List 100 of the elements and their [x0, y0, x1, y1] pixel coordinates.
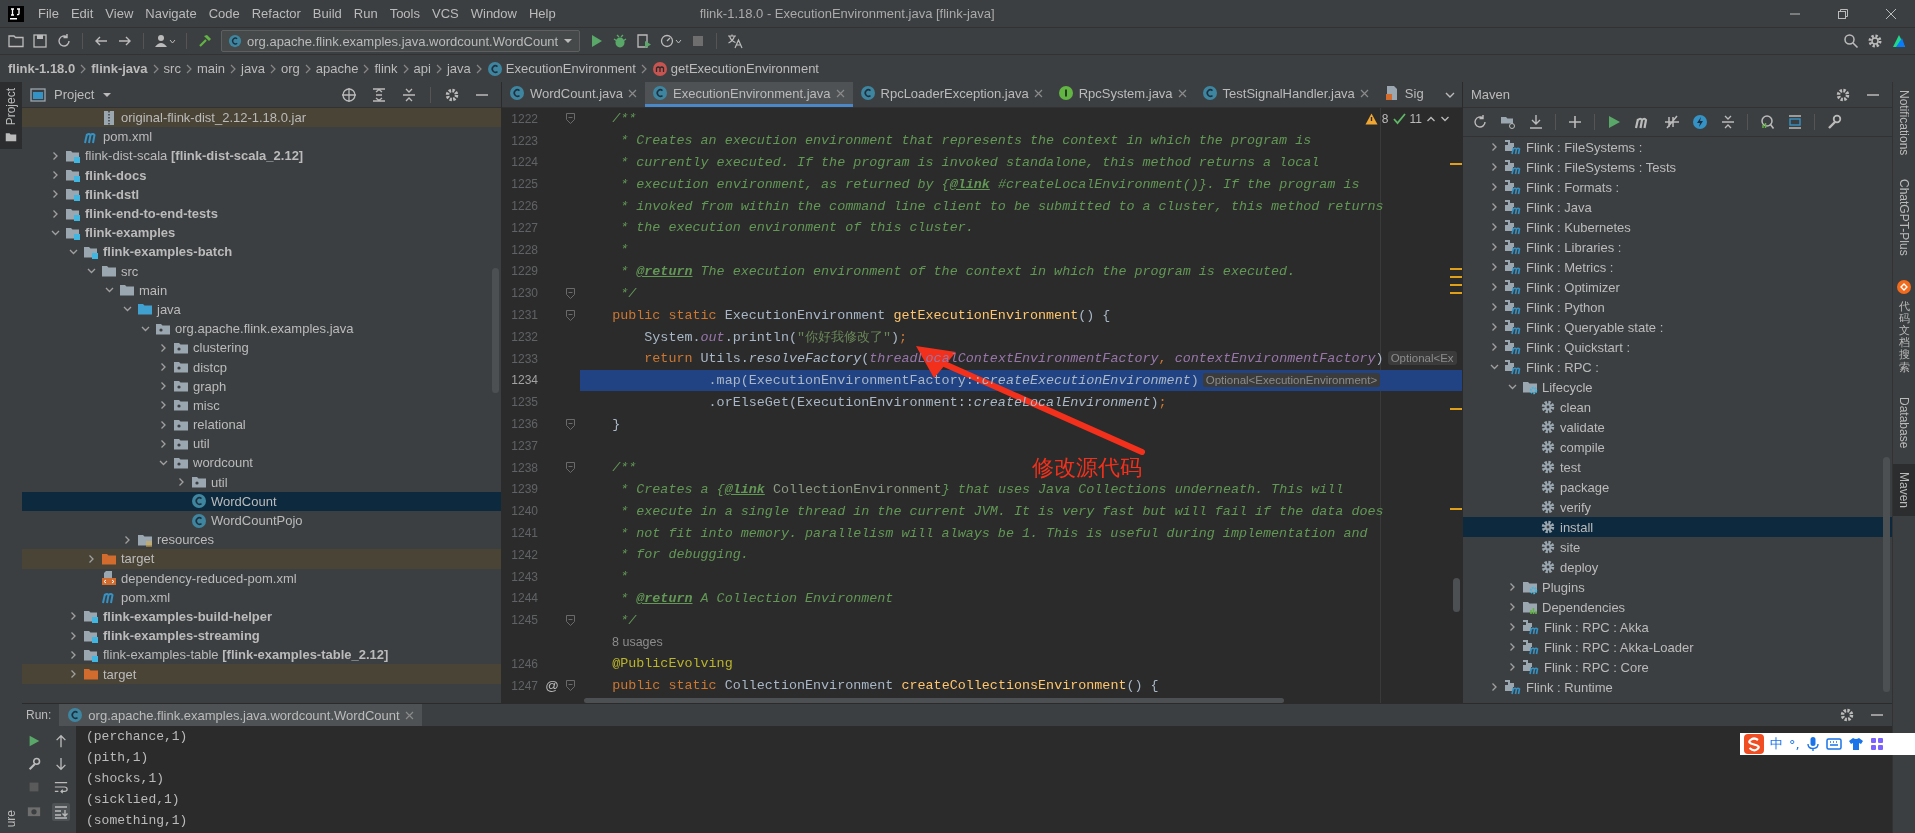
tree-item[interactable]: compile: [1463, 437, 1892, 457]
folder-icon[interactable]: [8, 33, 24, 49]
tree-item[interactable]: misc: [22, 395, 501, 415]
scrollbar-thumb[interactable]: [584, 698, 1284, 703]
tree-item[interactable]: pom.xml: [22, 587, 501, 607]
breadcrumb-item[interactable]: main: [196, 61, 226, 76]
profiler-icon[interactable]: [660, 33, 683, 49]
tree-item[interactable]: Flink : Formats :: [1463, 177, 1892, 197]
scrollbar-thumb[interactable]: [1883, 457, 1890, 692]
warning-icon[interactable]: [1364, 113, 1378, 125]
tree-item[interactable]: verify: [1463, 497, 1892, 517]
menu-item[interactable]: Edit: [64, 6, 100, 21]
run-configuration-dropdown[interactable]: org.apache.flink.examples.java.wordcount.WordCount: [221, 30, 581, 52]
expand-all-icon[interactable]: [371, 86, 387, 103]
tool-window-tab[interactable]: Maven: [1893, 464, 1915, 517]
tree-item[interactable]: flink-examples-streaming: [22, 626, 501, 646]
hammer-icon[interactable]: [197, 33, 213, 49]
tree-item[interactable]: Flink : Quickstart :: [1463, 337, 1892, 357]
tree-item[interactable]: clustering: [22, 338, 501, 358]
fold-marker-icon[interactable]: [566, 309, 575, 321]
menu-item[interactable]: Build: [306, 6, 348, 21]
tree-item[interactable]: flink-end-to-end-tests: [22, 203, 501, 224]
close-icon[interactable]: [1885, 7, 1897, 20]
tree-item[interactable]: dependency-reduced-pom.xml: [22, 568, 501, 588]
breadcrumb-item[interactable]: flink: [374, 61, 398, 76]
tree-item[interactable]: util: [22, 472, 501, 492]
editor-tab[interactable]: Sig: [1376, 82, 1432, 107]
tree-item[interactable]: install: [1463, 517, 1892, 537]
tree-item[interactable]: WordCountPojo: [22, 510, 501, 531]
search-icon[interactable]: [1843, 33, 1859, 49]
tree-item[interactable]: Flink : RPC :: [1463, 357, 1892, 377]
tree-item[interactable]: flink-examples: [22, 223, 501, 243]
close-icon[interactable]: [1177, 88, 1187, 98]
show-dependencies-icon[interactable]: [1787, 114, 1803, 130]
app-logo-icon[interactable]: [8, 5, 24, 22]
wrench-icon[interactable]: [1826, 114, 1842, 130]
microphone-icon[interactable]: [1805, 736, 1820, 752]
chevron-down-icon[interactable]: [1489, 362, 1500, 372]
breadcrumb-item[interactable]: java: [241, 61, 265, 76]
tree-item[interactable]: Flink : Python: [1463, 297, 1892, 317]
menu-item[interactable]: Code: [202, 6, 246, 21]
tool-window-tab[interactable]: Notifications: [1893, 82, 1915, 164]
fold-marker-icon[interactable]: [566, 418, 575, 430]
tree-item[interactable]: Flink : Java: [1463, 197, 1892, 217]
editor-tab[interactable]: RpcSystem.java: [1050, 82, 1195, 107]
reload-icon[interactable]: [1472, 114, 1488, 130]
breadcrumb-item[interactable]: flink-java: [91, 61, 148, 76]
skip-tests-icon[interactable]: [1664, 114, 1680, 130]
punctuation-toggle[interactable]: °,: [1789, 736, 1800, 752]
keyboard-icon[interactable]: [1825, 737, 1842, 751]
tree-item[interactable]: target: [22, 664, 501, 684]
editor-tab[interactable]: ExecutionEnvironment.java: [645, 82, 853, 107]
tree-item[interactable]: deploy: [1463, 557, 1892, 577]
chevron-down-icon[interactable]: [1507, 382, 1518, 392]
menu-item[interactable]: Help: [522, 6, 562, 21]
tree-item[interactable]: Flink : RPC : Akka: [1463, 617, 1892, 637]
tree-item[interactable]: resources: [22, 530, 501, 550]
tool-window-tab[interactable]: Project: [0, 82, 22, 150]
shirt-icon[interactable]: [1847, 737, 1864, 751]
tree-item[interactable]: Flink : Kubernetes: [1463, 217, 1892, 237]
tree-item[interactable]: validate: [1463, 417, 1892, 437]
tree-item[interactable]: relational: [22, 415, 501, 435]
close-icon[interactable]: [1359, 88, 1369, 98]
tree-item[interactable]: flink-examples-build-helper: [22, 606, 501, 627]
user-icon[interactable]: [154, 33, 176, 49]
check-icon[interactable]: [1392, 113, 1406, 125]
fold-marker-icon[interactable]: [566, 113, 575, 125]
refresh-icon[interactable]: [56, 33, 72, 49]
tree-item[interactable]: Lifecycle: [1463, 377, 1892, 397]
breadcrumb-item[interactable]: getExecutionEnvironment: [651, 60, 819, 77]
wrench-icon[interactable]: [27, 757, 41, 771]
settings-icon[interactable]: [1839, 707, 1855, 723]
tool-window-tab[interactable]: Database: [1893, 388, 1915, 456]
editor-tab[interactable]: TestSignalHandler.java: [1194, 82, 1377, 107]
tree-item[interactable]: main: [22, 280, 501, 300]
tree-item[interactable]: Flink : Optimizer: [1463, 277, 1892, 297]
tree-item[interactable]: clean: [1463, 397, 1892, 417]
offline-bolt-icon[interactable]: [1692, 114, 1708, 130]
tree-item[interactable]: site: [1463, 537, 1892, 557]
tree-item[interactable]: flink-examples-table [flink-examples-table_2.12]: [22, 645, 501, 665]
breadcrumb-item[interactable]: src: [163, 61, 181, 76]
down-arrow-icon[interactable]: [54, 757, 68, 771]
scroll-to-end-icon[interactable]: [52, 803, 70, 821]
tree-item[interactable]: flink-dist-scala [flink-dist-scala_2.12]: [22, 146, 501, 166]
breadcrumb-item[interactable]: apache: [315, 61, 359, 76]
folder-refresh-icon[interactable]: [1500, 114, 1516, 130]
menu-item[interactable]: Navigate: [139, 6, 203, 21]
tree-item[interactable]: Flink : Metrics :: [1463, 257, 1892, 277]
tree-item[interactable]: Flink : Libraries :: [1463, 237, 1892, 257]
tree-item[interactable]: org.apache.flink.examples.java: [22, 319, 501, 339]
tree-item[interactable]: java: [22, 299, 501, 320]
tree-item[interactable]: original-flink-dist_2.12-1.18.0.jar: [22, 108, 501, 128]
plugin-logo-icon[interactable]: [1891, 33, 1907, 49]
download-icon[interactable]: [1528, 114, 1544, 130]
tree-item[interactable]: Flink : RPC : Core: [1463, 657, 1892, 677]
tree-item[interactable]: flink-docs: [22, 165, 501, 185]
fold-marker-icon[interactable]: [566, 614, 575, 626]
menu-item[interactable]: Window: [464, 6, 523, 21]
close-icon[interactable]: [835, 88, 845, 98]
up-arrow-icon[interactable]: [54, 734, 68, 748]
